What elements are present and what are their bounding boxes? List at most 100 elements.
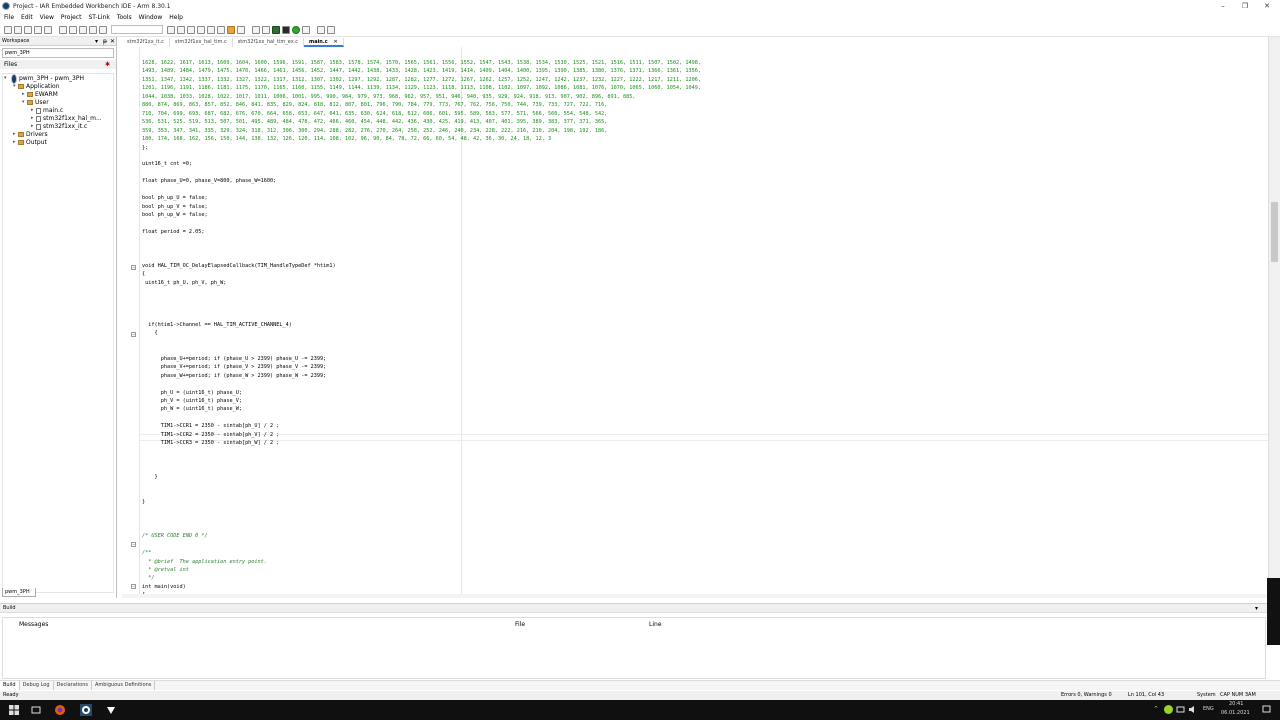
tree-node[interactable]: ▾ Application: [13, 83, 60, 90]
code-line: bool ph_up_W = false;: [142, 212, 208, 219]
tab-stm32f1xx-it[interactable]: stm32f1xx_it.c: [122, 38, 170, 47]
menu-tools[interactable]: Tools: [117, 14, 132, 21]
code-line: };: [142, 144, 149, 151]
workspace-panel: Workspace ▾ ᵽ ✕ pwm_3PH Files ✱ ▾ pwm_3PH…: [0, 37, 117, 598]
find-next-icon[interactable]: [187, 25, 195, 34]
menu-project[interactable]: Project: [61, 14, 82, 21]
tree-node[interactable]: ▸ EWARM: [22, 91, 58, 98]
tree-expander-icon[interactable]: ▾: [4, 75, 9, 82]
editor-vertical-scrollbar[interactable]: [1268, 37, 1280, 598]
open-icon[interactable]: [14, 25, 22, 34]
tree-node[interactable]: ▸ Output: [13, 139, 47, 146]
notifications-icon[interactable]: [1262, 705, 1271, 714]
clock-date[interactable]: 06.01.2021: [1221, 710, 1250, 716]
folder-icon: [18, 132, 24, 137]
menu-st-link[interactable]: ST-Link: [88, 14, 109, 21]
make-and-restart-icon[interactable]: [317, 25, 325, 34]
output-tabs: Build Debug Log Declarations Ambiguous D…: [0, 680, 1280, 690]
fold-toggle-icon[interactable]: −: [131, 542, 136, 547]
workspace-footer-tab[interactable]: pwm_3PH: [2, 588, 36, 597]
save-all-icon[interactable]: [34, 25, 42, 34]
tree-node[interactable]: ▸ stm32f1xx_it.c: [31, 123, 87, 130]
stlink-utility-icon[interactable]: [105, 704, 117, 716]
code-line: 1351, 1347, 1342, 1337, 1332, 1327, 1322…: [142, 76, 702, 83]
tab-stm32f1xx-hal-tim-ex[interactable]: stm32f1xx_hal_tim_ex.c: [233, 38, 304, 47]
tab-declarations[interactable]: Declarations: [54, 681, 92, 690]
build-messages-list[interactable]: Messages File Line: [2, 617, 1266, 679]
fold-toggle-icon[interactable]: −: [131, 265, 136, 270]
copy-icon[interactable]: [69, 25, 77, 34]
save-icon[interactable]: [24, 25, 32, 34]
build-pin-icon[interactable]: ▾: [1255, 604, 1258, 613]
maximize-button[interactable]: ❐: [1234, 0, 1256, 12]
firefox-icon[interactable]: [54, 704, 66, 716]
close-button[interactable]: ✕: [1256, 0, 1278, 12]
menu-help[interactable]: Help: [169, 14, 183, 21]
menu-file[interactable]: File: [4, 14, 14, 21]
network-icon[interactable]: [1176, 705, 1185, 714]
tree-node[interactable]: ▸ main.c: [31, 107, 63, 114]
find-combo[interactable]: [111, 25, 163, 34]
toolbar-overflow-icon[interactable]: [327, 25, 335, 34]
tree-node[interactable]: ▾ User: [22, 99, 49, 106]
code-line: phase_U+=period; if (phase_U > 2399) pha…: [142, 355, 327, 362]
volume-icon[interactable]: [1188, 705, 1197, 714]
navigate-back-icon[interactable]: [217, 25, 225, 34]
find-icon[interactable]: [177, 25, 185, 34]
build-header: Build ▾ ✕: [0, 604, 1280, 613]
tab-close-icon[interactable]: ✕: [333, 39, 337, 45]
navigate-forward-icon[interactable]: [237, 25, 245, 34]
app-icon: [2, 2, 10, 10]
tray-overflow-icon[interactable]: ^: [1154, 706, 1158, 712]
scrollbar-thumb[interactable]: [1271, 202, 1278, 262]
project-selector[interactable]: pwm_3PH: [2, 48, 114, 58]
download-debug-icon[interactable]: [292, 25, 300, 34]
bookmark-icon[interactable]: [207, 25, 215, 34]
undo-icon[interactable]: [89, 25, 97, 34]
tree-node-label: Output: [26, 139, 47, 146]
make-icon[interactable]: [262, 25, 270, 34]
iar-workbench-taskbar-icon[interactable]: [80, 704, 92, 716]
new-file-icon[interactable]: [4, 25, 12, 34]
minimize-button[interactable]: –: [1212, 0, 1234, 12]
tab-debug-log[interactable]: Debug Log: [20, 681, 54, 690]
editor-horizontal-scrollbar[interactable]: [122, 594, 1268, 598]
col-file[interactable]: File: [515, 621, 525, 628]
menu-edit[interactable]: Edit: [21, 14, 33, 21]
col-messages[interactable]: Messages: [19, 621, 48, 628]
windows-start-icon[interactable]: [8, 704, 20, 716]
clock-time[interactable]: 20:41: [1229, 701, 1243, 707]
status-position: Ln 101, Col 43: [1128, 692, 1165, 698]
tray-app-icon[interactable]: [1164, 705, 1173, 714]
col-line[interactable]: Line: [649, 621, 662, 628]
toggle-breakpoint-icon[interactable]: [282, 25, 290, 34]
tree-node[interactable]: ▸ Drivers: [13, 131, 48, 138]
menu-view[interactable]: View: [40, 14, 54, 21]
workspace-dock-icon[interactable]: ᵽ: [103, 37, 107, 46]
cut-icon[interactable]: [59, 25, 67, 34]
workspace-close-icon[interactable]: ✕: [110, 37, 115, 46]
tree-node[interactable]: ▸ stm32f1xx_hal_m...: [31, 115, 102, 122]
redo-icon[interactable]: [99, 25, 107, 34]
tab-stm32f1xx-hal-tim[interactable]: stm32f1xx_hal_tim.c: [170, 38, 233, 47]
tab-build[interactable]: Build: [0, 681, 20, 690]
fold-toggle-icon[interactable]: −: [131, 332, 136, 337]
stop-build-icon[interactable]: [272, 25, 280, 34]
compile-icon[interactable]: [252, 25, 260, 34]
fold-toggle-icon[interactable]: −: [131, 584, 136, 589]
status-bar: Ready Errors 0, Warnings 0 Ln 101, Col 4…: [0, 691, 1280, 700]
go-to-icon[interactable]: [197, 25, 205, 34]
debug-without-download-icon[interactable]: [302, 25, 310, 34]
tab-ambiguous-definitions[interactable]: Ambiguous Definitions: [92, 681, 156, 690]
find-previous-icon[interactable]: [167, 25, 175, 34]
workspace-pin-icon[interactable]: ▾: [95, 37, 98, 46]
tree-node[interactable]: ▾ pwm_3PH - pwm_3PH: [4, 73, 84, 84]
tab-main-c[interactable]: main.c ✕: [304, 38, 344, 47]
code-editor[interactable]: − − − − 1628, 1622, 1617, 1613, 1609, 16…: [122, 47, 1268, 598]
breakpoint-icon[interactable]: [227, 25, 235, 34]
print-icon[interactable]: [44, 25, 52, 34]
task-view-icon[interactable]: [30, 704, 42, 716]
menu-window[interactable]: Window: [139, 14, 163, 21]
input-language[interactable]: ENG: [1203, 706, 1214, 712]
paste-icon[interactable]: [79, 25, 87, 34]
